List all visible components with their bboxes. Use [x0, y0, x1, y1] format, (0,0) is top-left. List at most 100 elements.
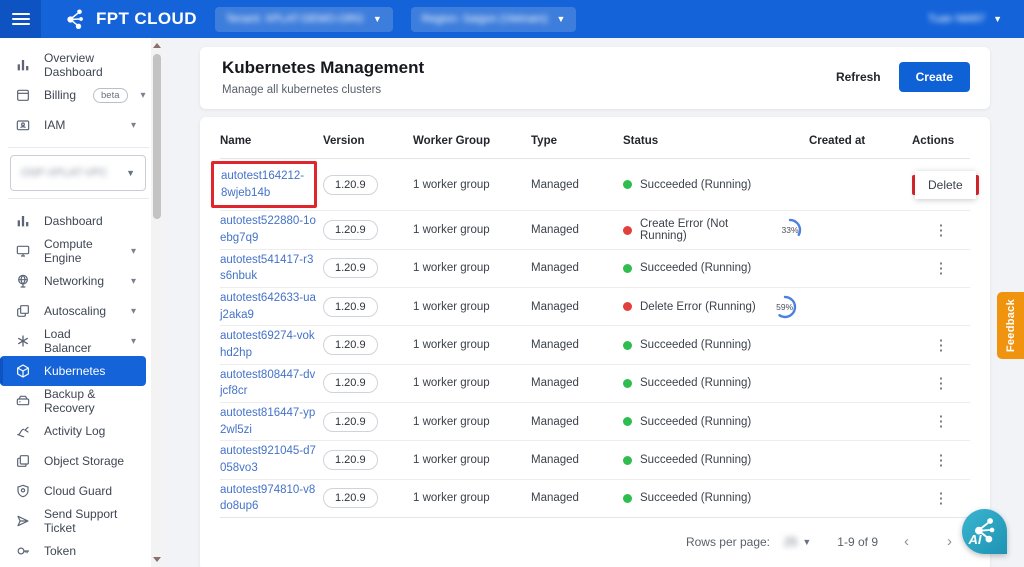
cluster-name-link[interactable]: autotest974810-v8do8up6 [220, 482, 316, 515]
scroll-down-icon[interactable] [153, 557, 161, 562]
user-menu[interactable]: Tuan NM97 ▼ [928, 13, 1002, 25]
sidebar-item-load-balancer[interactable]: Load Balancer▾ [0, 326, 146, 356]
feedback-button[interactable]: Feedback [997, 292, 1024, 359]
sidebar-item-dashboard[interactable]: Dashboard [0, 206, 146, 236]
table-row: autotest541417-r3s6nbuk 1.20.9 1 worker … [220, 250, 970, 288]
sidebar-item-billing[interactable]: Billingbeta▾ [0, 80, 146, 110]
sidebar-item-activity-log[interactable]: Activity Log [0, 416, 146, 446]
table-row: autotest808447-dvjcf8cr 1.20.9 1 worker … [220, 365, 970, 403]
region-dropdown[interactable]: Region: Saigon (Vietnam) ▼ [411, 7, 577, 32]
column-header-actions: Actions [912, 135, 970, 147]
delete-menu-item[interactable]: Delete [915, 171, 976, 199]
key-icon [15, 543, 31, 559]
sidebar-item-object-storage[interactable]: Object Storage [0, 446, 146, 476]
scrollbar-thumb[interactable] [153, 54, 161, 219]
cluster-name-link[interactable]: autotest642633-uaj2aka9 [220, 290, 316, 323]
status-cell: Succeeded (Running) [623, 179, 803, 191]
table-row: autotest522880-1oebg7q9 1.20.9 1 worker … [220, 211, 970, 249]
rows-per-page-select[interactable]: 25 ▼ [784, 535, 811, 549]
cluster-name-link[interactable]: autotest921045-d7058vo3 [220, 443, 316, 476]
worker-group-cell: 1 worker group [413, 179, 525, 191]
column-header-worker-group: Worker Group [413, 135, 525, 147]
refresh-button[interactable]: Refresh [836, 70, 881, 84]
sidebar-item-label: Billing [44, 88, 76, 102]
actions-cell: ⋮ [912, 376, 970, 391]
monitor-icon [15, 243, 31, 259]
sidebar-item-cloud-guard[interactable]: Cloud Guard [0, 476, 146, 506]
chevron-down-icon: ▾ [141, 90, 146, 101]
actions-cell: ⋮ [912, 414, 970, 429]
status-dot-icon [623, 226, 632, 235]
fpt-cloud-logo: FPT CLOUD [65, 7, 197, 31]
tenant-dropdown[interactable]: Tenant: XPLAT-DEMO-ORG ▼ [215, 7, 393, 32]
page-header-card: Kubernetes Management Manage all kuberne… [200, 47, 990, 109]
hamburger-menu-button[interactable] [0, 0, 41, 38]
chevron-down-icon: ▾ [131, 306, 136, 317]
table-row: autotest921045-d7058vo3 1.20.9 1 worker … [220, 441, 970, 479]
iam-icon [15, 117, 31, 133]
storage-icon [15, 453, 31, 469]
vpc-select[interactable]: OSP-XPLAT-VPC ▼ [10, 155, 146, 191]
sidebar-item-compute-engine[interactable]: Compute Engine▾ [0, 236, 146, 266]
status-cell: Succeeded (Running) [623, 454, 803, 466]
status-progress-ring: 33% [777, 217, 803, 243]
next-page-button[interactable]: › [935, 533, 964, 550]
vpc-select-value: OSP-XPLAT-VPC [21, 167, 108, 179]
sidebar-item-send-support-ticket[interactable]: Send Support Ticket [0, 506, 146, 536]
chevron-down-icon: ▼ [557, 14, 566, 24]
cluster-name-link[interactable]: autotest69274-vokhd2hp [220, 328, 316, 361]
sidebar-item-label: Networking [44, 274, 104, 288]
sidebar-item-iam[interactable]: IAM▾ [0, 110, 146, 140]
worker-group-cell: 1 worker group [413, 224, 525, 236]
molecule-logo-icon [65, 7, 89, 31]
row-actions-kebab-icon[interactable]: ⋮ [934, 453, 949, 468]
cube-icon [15, 363, 31, 379]
cluster-name-link[interactable]: autotest816447-yp2wl5zi [220, 405, 316, 438]
cluster-name-link[interactable]: autotest808447-dvjcf8cr [220, 367, 316, 400]
version-chip: 1.20.9 [323, 220, 378, 240]
status-progress-ring: 59% [772, 294, 798, 320]
sidebar-item-autoscaling[interactable]: Autoscaling▾ [0, 296, 146, 326]
page-title: Kubernetes Management [222, 58, 424, 78]
rows-per-page-label: Rows per page: [686, 535, 770, 549]
row-actions-kebab-icon[interactable]: ⋮ [934, 491, 949, 506]
sidebar-item-kubernetes[interactable]: Kubernetes [0, 356, 146, 386]
worker-group-cell: 1 worker group [413, 339, 525, 351]
create-button[interactable]: Create [899, 62, 970, 92]
type-cell: Managed [531, 416, 617, 428]
sidebar-item-label: Cloud Guard [44, 484, 112, 498]
chevron-down-icon: ▾ [131, 276, 136, 287]
feedback-label: Feedback [1005, 299, 1017, 352]
cluster-name-link[interactable]: autotest164212-8wjeb14b [221, 168, 307, 201]
status-label: Succeeded (Running) [640, 492, 751, 504]
status-cell: Succeeded (Running) [623, 492, 803, 504]
status-cell: Succeeded (Running) [623, 262, 803, 274]
sidebar-item-networking[interactable]: Networking ▾ [0, 266, 146, 296]
status-cell: Succeeded (Running) [623, 416, 803, 428]
divider [8, 198, 149, 199]
version-chip: 1.20.9 [323, 488, 378, 508]
cluster-name-link[interactable]: autotest522880-1oebg7q9 [220, 213, 316, 246]
page-subtitle: Manage all kubernetes clusters [222, 84, 424, 96]
row-actions-kebab-icon[interactable]: ⋮ [934, 376, 949, 391]
status-dot-icon [623, 302, 632, 311]
column-header-created-at: Created at [809, 135, 906, 147]
status-label: Succeeded (Running) [640, 416, 751, 428]
chevron-down-icon: ▼ [993, 14, 1002, 24]
row-actions-kebab-icon[interactable]: ⋮ [934, 261, 949, 276]
previous-page-button[interactable]: ‹ [892, 533, 921, 550]
type-cell: Managed [531, 454, 617, 466]
sidebar-item-token[interactable]: Token [0, 536, 146, 566]
scroll-up-icon[interactable] [153, 43, 161, 48]
sidebar-scrollbar[interactable] [151, 38, 163, 567]
row-actions-kebab-icon[interactable]: ⋮ [934, 223, 949, 238]
status-dot-icon [623, 456, 632, 465]
ai-assistant-button[interactable]: AI [962, 509, 1007, 554]
row-actions-kebab-icon[interactable]: ⋮ [934, 414, 949, 429]
ai-label: AI [969, 532, 982, 547]
row-actions-kebab-icon[interactable]: ⋮ [934, 338, 949, 353]
sidebar-item-overview-dashboard[interactable]: Overview Dashboard [0, 50, 146, 80]
sidebar-item-backup-recovery[interactable]: Backup & Recovery [0, 386, 146, 416]
cluster-name-link[interactable]: autotest541417-r3s6nbuk [220, 252, 316, 285]
status-label: Succeeded (Running) [640, 262, 751, 274]
